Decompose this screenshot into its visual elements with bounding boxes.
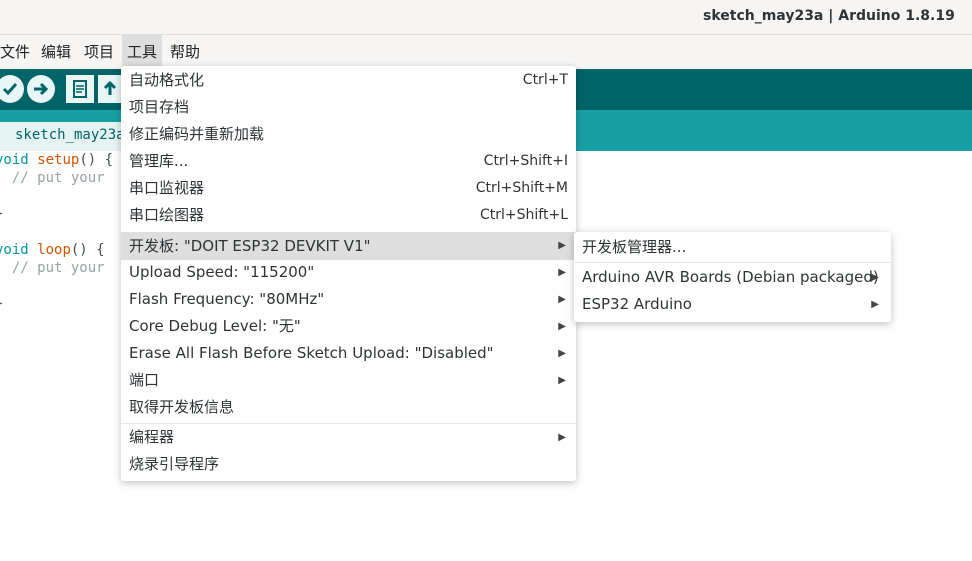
chevron-right-icon: ▶	[558, 267, 566, 278]
arrow-right-icon	[34, 82, 49, 96]
board-submenu: 开发板管理器... Arduino AVR Boards (Debian pac…	[574, 232, 891, 322]
menu-item-serial-plotter[interactable]: 串口绘图器 Ctrl+Shift+L	[121, 202, 576, 229]
code-line: // put your	[0, 260, 105, 276]
menu-bar: 文件 编辑 项目 工具 帮助	[0, 35, 972, 69]
code-line: // put your	[0, 170, 105, 186]
code-line: }	[0, 205, 3, 223]
menu-tools[interactable]: 工具	[122, 35, 162, 69]
new-button[interactable]	[66, 75, 94, 103]
menu-item-core-debug-level[interactable]: Core Debug Level: "无" ▶	[121, 313, 576, 340]
menu-item-board-info[interactable]: 取得开发板信息	[121, 394, 576, 421]
code-line: }	[0, 295, 3, 313]
chevron-right-icon: ▶	[558, 348, 566, 359]
checkmark-icon	[2, 83, 18, 96]
title-bar: sketch_may23a | Arduino 1.8.19	[0, 0, 972, 35]
submenu-item-esp32-arduino[interactable]: ESP32 Arduino ▶	[574, 291, 891, 318]
document-icon	[73, 80, 87, 98]
chevron-right-icon: ▶	[558, 240, 566, 251]
chevron-right-icon: ▶	[871, 272, 879, 283]
menu-item-board[interactable]: 开发板: "DOIT ESP32 DEVKIT V1" ▶	[121, 232, 576, 260]
menu-project[interactable]: 项目	[84, 35, 120, 69]
menu-item-fix-encoding[interactable]: 修正编码并重新加载	[121, 121, 576, 148]
verify-button[interactable]	[0, 75, 24, 103]
upload-button[interactable]	[27, 75, 55, 103]
submenu-item-board-manager[interactable]: 开发板管理器...	[574, 234, 891, 261]
tools-menu: 自动格式化 Ctrl+T 项目存档 修正编码并重新加载 管理库... Ctrl+…	[121, 66, 576, 481]
menu-file[interactable]: 文件	[0, 35, 36, 69]
submenu-item-avr-boards[interactable]: Arduino AVR Boards (Debian packaged) ▶	[574, 264, 891, 291]
menu-item-flash-frequency[interactable]: Flash Frequency: "80MHz" ▶	[121, 286, 576, 313]
menu-separator	[574, 262, 891, 263]
chevron-right-icon: ▶	[558, 294, 566, 305]
menu-item-erase-flash[interactable]: Erase All Flash Before Sketch Upload: "D…	[121, 340, 576, 367]
menu-edit[interactable]: 编辑	[41, 35, 77, 69]
code-line: void loop() {	[0, 242, 105, 258]
window-title: sketch_may23a | Arduino 1.8.19	[703, 8, 955, 24]
code-line: void setup() {	[0, 152, 114, 168]
chevron-right-icon: ▶	[871, 299, 879, 310]
chevron-right-icon: ▶	[558, 375, 566, 386]
chevron-right-icon: ▶	[558, 432, 566, 443]
menu-item-manage-libraries[interactable]: 管理库... Ctrl+Shift+I	[121, 148, 576, 175]
menu-item-serial-monitor[interactable]: 串口监视器 Ctrl+Shift+M	[121, 175, 576, 202]
menu-item-port[interactable]: 端口 ▶	[121, 367, 576, 394]
menu-help[interactable]: 帮助	[170, 35, 206, 69]
tab-sketch[interactable]: sketch_may23a	[0, 122, 140, 151]
menu-item-archive-sketch[interactable]: 项目存档	[121, 94, 576, 121]
arrow-up-icon	[103, 80, 117, 95]
menu-item-burn-bootloader[interactable]: 烧录引导程序	[121, 451, 576, 478]
menu-item-upload-speed[interactable]: Upload Speed: "115200" ▶	[121, 259, 576, 286]
chevron-right-icon: ▶	[558, 321, 566, 332]
menu-item-auto-format[interactable]: 自动格式化 Ctrl+T	[121, 67, 576, 94]
menu-item-programmer[interactable]: 编程器 ▶	[121, 424, 576, 451]
open-button[interactable]	[98, 75, 122, 103]
